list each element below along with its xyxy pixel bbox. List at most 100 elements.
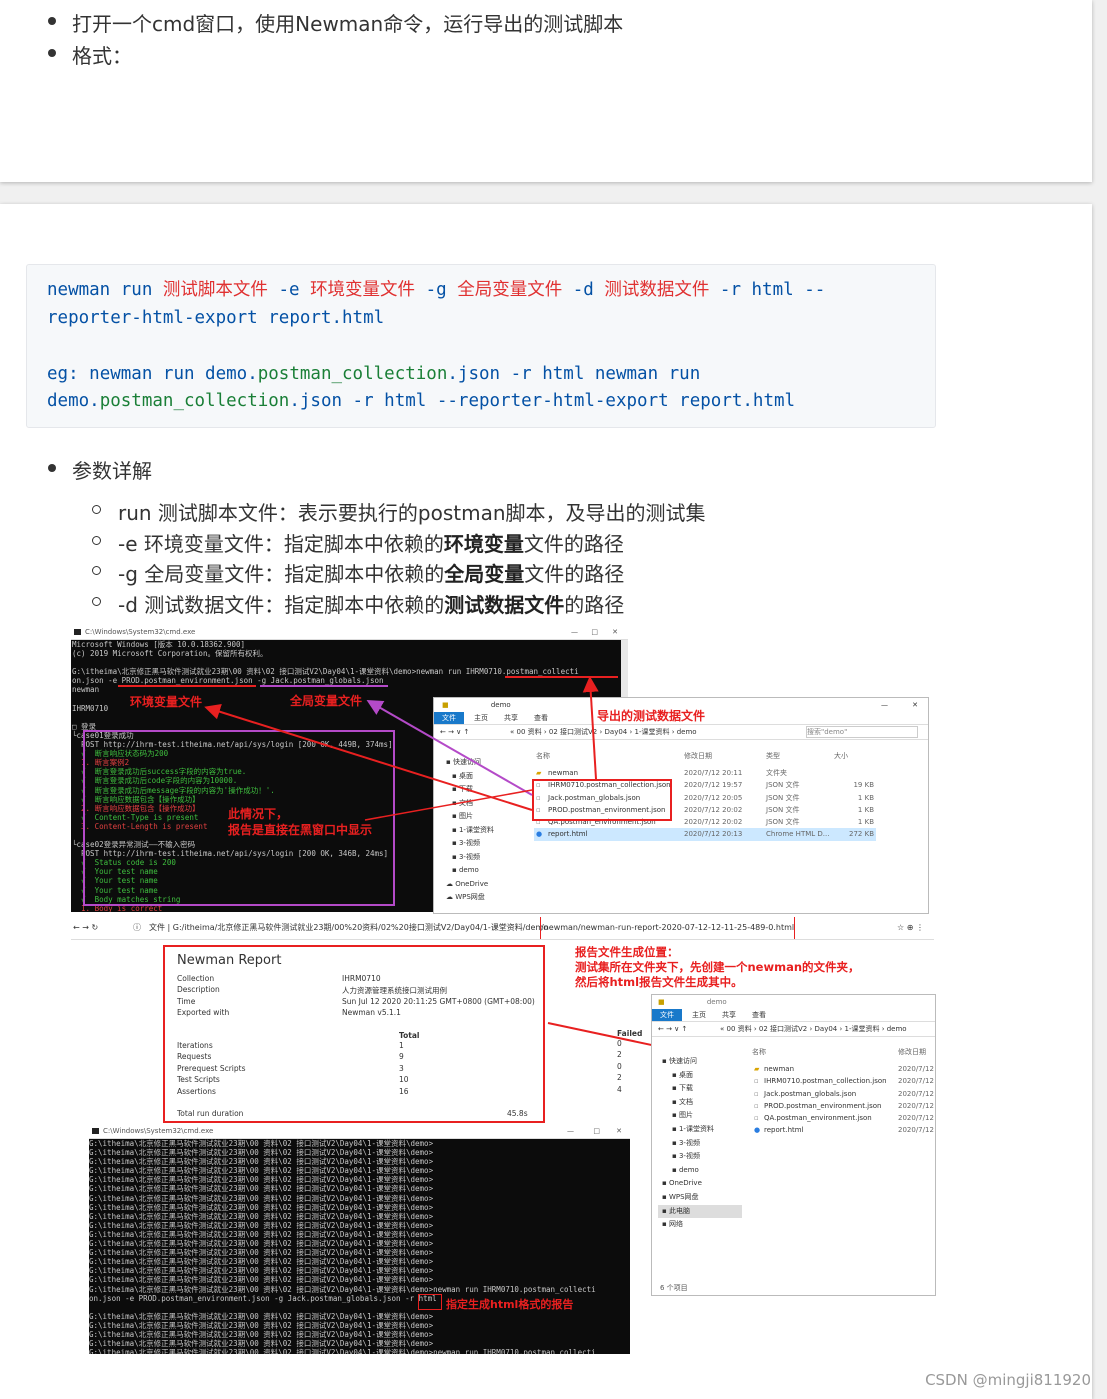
report-meta-row: Exported with Newman v5.1.1 (177, 1008, 537, 1019)
file-date: 2020/7/12 (898, 1126, 934, 1135)
cmd-line: G:\itheima\北京修正黑马软件测试就业23期\00 资料\02 接口测试… (89, 1166, 434, 1176)
explorer-window-2: ■ demo 文件 主页 共享 查看 ← → ∨ ↑ « 00 资料 › 02 … (651, 994, 936, 1296)
nav-item[interactable]: ▪ 快速访问 (658, 1055, 742, 1069)
header-date: 修改日期 (898, 1048, 926, 1056)
stat-total: 9 (399, 1052, 404, 1062)
ribbon-tab-share[interactable]: 共享 (722, 1009, 736, 1021)
maximize-icon[interactable]: □ (593, 1124, 600, 1138)
report-total-header: Total (399, 1031, 420, 1040)
minimize-icon[interactable]: — (567, 1124, 574, 1138)
nav-item[interactable]: ▪ 此电脑 (658, 1204, 742, 1219)
cmd-line: G:\itheima\北京修正黑马软件测试就业23期\00 资料\02 接口测试… (89, 1148, 434, 1158)
address-path[interactable]: « 00 资料 › 02 接口测试V2 › Day04 › 1-课堂资料 › d… (720, 1022, 907, 1036)
nav-item[interactable]: ▪ 1-课堂资料 (658, 1123, 742, 1137)
report-stat-row: Iterations 1 (177, 1041, 537, 1052)
file-date: 2020/7/12 (898, 1077, 934, 1086)
file-name: QA.postman_environment.json (764, 1114, 872, 1123)
watermark: CSDN @mingji811920 (925, 1371, 1091, 1389)
arrow-global (366, 700, 533, 796)
ribbon-tab-file[interactable]: 文件 (652, 1009, 682, 1021)
nav-item[interactable]: ▪ 图片 (658, 1109, 742, 1123)
explorer2-ribbon: 文件 主页 共享 查看 (652, 1009, 935, 1021)
header-name: 名称 (752, 1048, 766, 1056)
stat-total: 3 (399, 1063, 404, 1073)
stat-failed: 0 (617, 1039, 622, 1048)
cmd-line: G:\itheima\北京修正黑马软件测试就业23期\00 资料\02 接口测试… (89, 1320, 434, 1330)
explorer2-nav-pane: ▪ 快速访问 ▪ 桌面 ▪ 下载 ▪ 文档 ▪ 图片 ▪ 1-课堂资料 ▪ 3-视频 ▪ 3-… (658, 1055, 742, 1232)
stat-failed: 2 (617, 1073, 622, 1083)
nav-item[interactable]: ▪ 3-视频 (658, 1150, 742, 1164)
cmd2-output: G:\itheima\北京修正黑马软件测试就业23期\00 资料\02 接口测试… (89, 1139, 630, 1354)
cmd-line: G:\itheima\北京修正黑马软件测试就业23期\00 资料\02 接口测试… (89, 1211, 434, 1221)
meta-value: IHRM0710 (342, 974, 381, 983)
nav-item[interactable]: ▪ OneDrive (658, 1177, 742, 1191)
report-stat-row: Test Scripts 10 (177, 1075, 537, 1086)
nav-item[interactable]: ▪ WPS网盘 (658, 1191, 742, 1205)
report-meta: Collection IHRM0710 Description 人力资源管理系统接口测… (177, 974, 537, 1020)
file-row[interactable]: ▫ IHRM0710.postman_collection.json 2020/7/… (752, 1075, 934, 1087)
nav-arrows-icon[interactable]: ← → ↻ (73, 917, 98, 939)
file-date: 2020/7/12 (898, 1101, 934, 1110)
folder-icon: ▰ (754, 1065, 760, 1073)
report-meta-row: Collection IHRM0710 (177, 974, 537, 985)
report-stat-row: Assertions 16 (177, 1087, 537, 1098)
back-arrow-icon[interactable]: ← → ∨ ↑ (658, 1022, 687, 1036)
close-icon[interactable]: ✕ (616, 1124, 622, 1138)
file-name: newman (764, 1065, 795, 1073)
report-title: Newman Report (177, 953, 282, 968)
url-highlight[interactable]: /newman/newman-run-report-2020-07-12-12-… (539, 917, 796, 939)
stat-failed: 4 (617, 1084, 622, 1094)
browser-toolbar: ← → ↻ ⓘ 文件 | G:/itheima/北京修正黑马软件测试就业23期/… (71, 917, 934, 940)
report-duration-label: Total run duration (177, 1109, 244, 1118)
folder-icon: ■ (658, 998, 665, 1006)
nav-item[interactable]: ▪ 桌面 (658, 1069, 742, 1083)
cmd-icon (92, 1128, 99, 1134)
label-html-report: 指定生成html格式的报告 (446, 1298, 574, 1311)
stat-key: Assertions (177, 1086, 216, 1096)
file-row[interactable]: ● report.html 2020/7/12 (752, 1124, 934, 1136)
url-text[interactable]: 文件 | G:/itheima/北京修正黑马软件测试就业23期/00%20资料/… (149, 917, 548, 939)
meta-value: Newman v5.1.1 (342, 1008, 401, 1018)
cmd-line: G:\itheima\北京修正黑马软件测试就业23期\00 资料\02 接口测试… (89, 1275, 434, 1285)
file-date: 2020/7/12 (898, 1089, 934, 1098)
report-meta-row: Description 人力资源管理系统接口测试用例 (177, 985, 537, 996)
cmd-window-2: C:\Windows\System32\cmd.exe — □ ✕ G:\ith… (89, 1124, 630, 1354)
cmd-line: G:\itheima\北京修正黑马软件测试就业23期\00 资料\02 接口测试… (89, 1284, 596, 1294)
arrow-env (204, 703, 533, 811)
stat-total: 1 (399, 1041, 404, 1050)
cmd-line: G:\itheima\北京修正黑马软件测试就业23期\00 资料\02 接口测试… (89, 1202, 434, 1212)
report-stats: Iterations 1 Requests 9 Prerequest Scripts 3 T… (177, 1041, 537, 1098)
ribbon-tab-view[interactable]: 查看 (752, 1009, 766, 1021)
stat-key: Test Scripts (177, 1075, 220, 1085)
explorer2-titlebar: ■ demo (658, 998, 727, 1006)
chrome-icon: ● (754, 1126, 761, 1135)
cmd-line: G:\itheima\北京修正黑马软件测试就业23期\00 资料\02 接口测试… (89, 1157, 434, 1167)
file-name: Jack.postman_globals.json (764, 1089, 857, 1098)
json-file-icon: ▫ (754, 1101, 759, 1110)
report-stat-row: Prerequest Scripts 3 (177, 1064, 537, 1075)
file-date: 2020/7/12 (898, 1114, 934, 1123)
info-icon: ⓘ (133, 923, 141, 932)
nav-item[interactable]: ▪ demo (658, 1164, 742, 1178)
nav-item[interactable]: ▪ 下载 (658, 1082, 742, 1096)
file-row[interactable]: ▫ Jack.postman_globals.json 2020/7/12 (752, 1088, 934, 1100)
cmd-line: G:\itheima\北京修正黑马软件测试就业23期\00 资料\02 接口测试… (89, 1220, 434, 1230)
star-icon[interactable]: ☆ ⊕ ⋮ (897, 917, 924, 939)
file-row[interactable]: ▫ PROD.postman_environment.json 2020/7/12 (752, 1100, 934, 1112)
cmd2-titlebar: C:\Windows\System32\cmd.exe — □ ✕ (89, 1124, 630, 1139)
nav-item[interactable]: ▪ 3-视频 (658, 1137, 742, 1151)
file-name: report.html (764, 1126, 804, 1135)
nav-item[interactable]: ▪ 网络 (658, 1218, 742, 1232)
stat-key: Iterations (177, 1041, 213, 1050)
report-stat-row: Requests 9 (177, 1052, 537, 1063)
cmd-line: G:\itheima\北京修正黑马软件测试就业23期\00 资料\02 接口测试… (89, 1229, 434, 1239)
newman-report: Newman Report Collection IHRM0710 Descript… (163, 945, 545, 1123)
ribbon-tab-home[interactable]: 主页 (692, 1009, 706, 1021)
explorer2-addressbar: ← → ∨ ↑ « 00 资料 › 02 接口测试V2 › Day04 › 1-… (652, 1021, 935, 1037)
file-row[interactable]: ▫ QA.postman_environment.json 2020/7/12 (752, 1112, 934, 1124)
nav-item[interactable]: ▪ 文档 (658, 1096, 742, 1110)
json-file-icon: ▫ (754, 1114, 759, 1123)
file-row[interactable]: ▰ newman 2020/7/12 (752, 1063, 934, 1075)
stat-failed: 2 (617, 1050, 622, 1060)
note-report-location: 报告文件生成位置： 测试集所在文件夹下，先创建一个newman的文件夹， 然后将… (575, 945, 860, 989)
